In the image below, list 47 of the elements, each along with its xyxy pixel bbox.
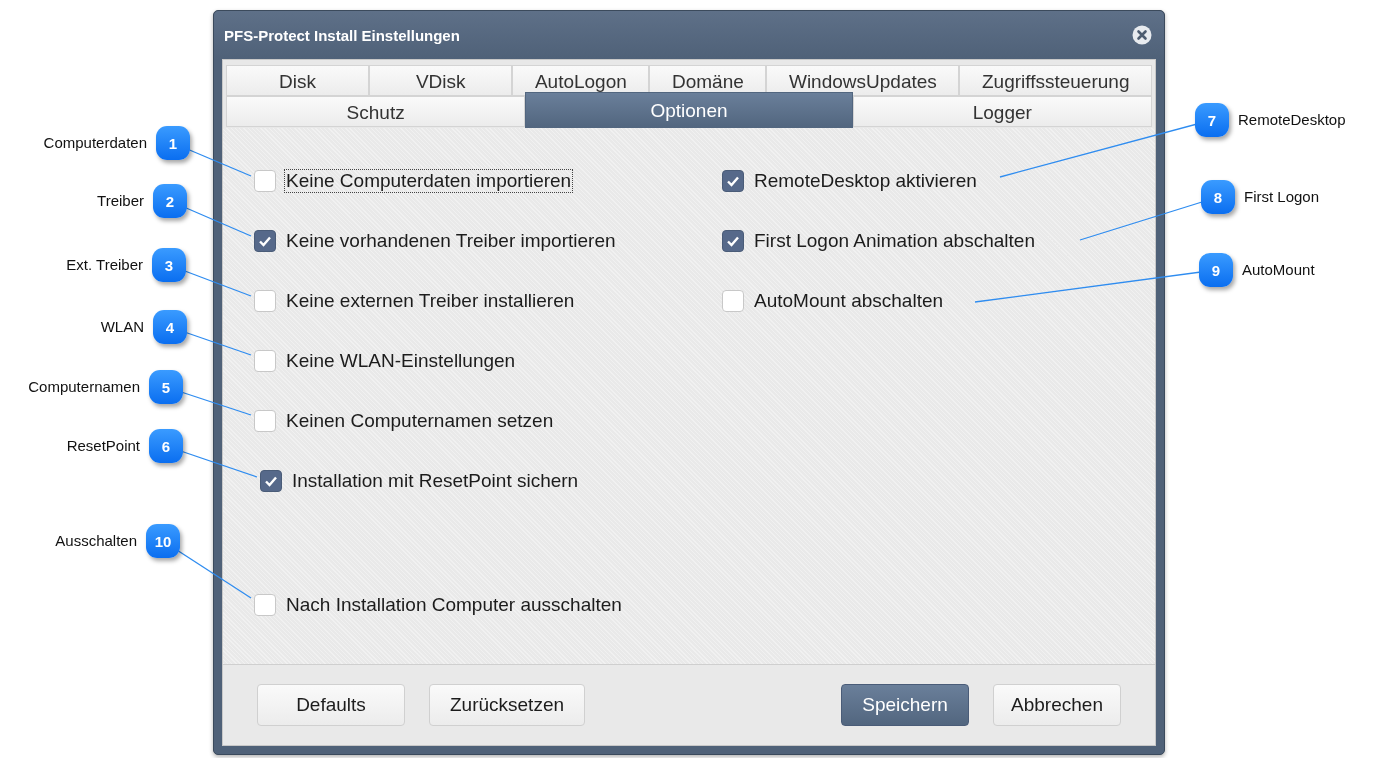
callout-label: RemoteDesktop [1238,110,1346,130]
close-icon[interactable] [1132,25,1152,45]
checkbox-label[interactable]: Keine Computerdaten importieren [284,169,574,193]
tab[interactable]: Disk [226,65,370,96]
dialog-button[interactable]: Zurücksetzen [429,684,585,726]
callout-label: WLAN [100,317,144,337]
tab[interactable]: Logger [852,96,1152,127]
tab[interactable]: Schutz [226,96,526,127]
callout-label: Computernamen [28,377,140,397]
callout-number: 10 [146,524,180,558]
tab[interactable]: Zugriffssteuerung [959,65,1153,96]
checkbox-label[interactable]: Keine WLAN-Einstellungen [284,349,518,373]
checkbox-label[interactable]: Keine vorhandenen Treiber importieren [284,229,618,253]
callout-number: 4 [153,310,187,344]
checkbox[interactable] [722,230,744,252]
checkbox-label[interactable]: Nach Installation Computer ausschalten [284,593,624,617]
checkbox-label[interactable]: AutoMount abschalten [752,289,946,313]
callout-number: 9 [1199,253,1233,287]
callout-number: 7 [1195,103,1229,137]
checkbox[interactable] [260,470,282,492]
checkbox-label[interactable]: Keinen Computernamen setzen [284,409,556,433]
dialog-button[interactable]: Defaults [257,684,405,726]
callout-label: Computerdaten [43,133,147,153]
save-button[interactable]: Speichern [841,684,969,726]
checkbox-label[interactable]: Keine externen Treiber installieren [284,289,577,313]
callout-label: AutoMount [1242,260,1315,280]
callout-label: First Logon [1244,187,1320,207]
checkbox[interactable] [254,230,276,252]
checkbox[interactable] [722,170,744,192]
callout-label: ResetPoint [66,436,140,456]
callout-number: 3 [152,248,186,282]
tab[interactable]: Optionen [525,92,853,128]
callout-number: 2 [153,184,187,218]
tab[interactable]: VDisk [369,65,513,96]
window-title: PFS-Protect Install Einstellungen [224,26,460,44]
callout-number: 1 [156,126,190,160]
callout-label: Treiber [97,191,144,211]
callout-label: Ausschalten [55,531,137,551]
checkbox-label[interactable]: First Logon Animation abschalten [752,229,1037,253]
checkbox-label[interactable]: RemoteDesktop aktivieren [752,169,979,193]
callout-label: Ext. Treiber [66,255,143,275]
callout-number: 8 [1201,180,1235,214]
callout-number: 5 [149,370,183,404]
checkbox-label[interactable]: Installation mit ResetPoint sichern [290,469,581,493]
callout-number: 6 [149,429,183,463]
tab[interactable]: WindowsUpdates [766,65,960,96]
dialog-button[interactable]: Abbrechen [993,684,1121,726]
